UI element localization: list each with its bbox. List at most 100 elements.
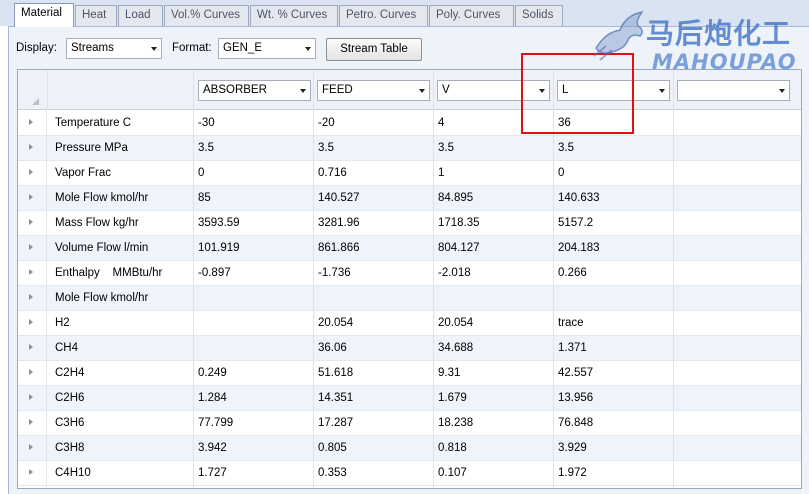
table-cell[interactable]	[434, 286, 552, 310]
table-row[interactable]: CH4 36.06 34.688 1.371	[18, 336, 801, 361]
column-select-empty[interactable]	[677, 80, 790, 101]
table-cell[interactable]: trace	[554, 311, 672, 335]
table-cell[interactable]: -30	[194, 111, 312, 135]
row-header[interactable]	[18, 436, 47, 460]
table-cell[interactable]: 34.688	[434, 336, 552, 360]
table-cell[interactable]: 77.799	[194, 411, 312, 435]
table-cell[interactable]: 1.679	[434, 386, 552, 410]
table-cell[interactable]: 0	[554, 161, 672, 185]
table-cell[interactable]: 804.127	[434, 236, 552, 260]
table-row[interactable]: Volume Flow l/min 101.919 861.866 804.127 20…	[18, 236, 801, 261]
row-header[interactable]	[18, 411, 47, 435]
table-cell[interactable]: 1	[434, 161, 552, 185]
row-header[interactable]	[18, 361, 47, 385]
table-cell[interactable]: 0.716	[314, 161, 432, 185]
tab-material[interactable]: Material	[14, 3, 74, 27]
table-cell[interactable]	[194, 336, 312, 360]
table-cell[interactable]: 0.107	[434, 461, 552, 485]
row-header[interactable]	[18, 161, 47, 185]
table-cell[interactable]	[554, 286, 672, 310]
table-cell[interactable]: 18.238	[434, 411, 552, 435]
table-cell[interactable]: -1.736	[314, 261, 432, 285]
stream-table-button[interactable]: Stream Table	[326, 38, 422, 61]
table-cell[interactable]	[314, 286, 432, 310]
table-cell[interactable]: 0.266	[554, 261, 672, 285]
table-cell[interactable]: 1.284	[194, 386, 312, 410]
table-cell[interactable]: 3.5	[314, 136, 432, 160]
table-row[interactable]: Vapor Frac 0 0.716 1 0	[18, 161, 801, 186]
row-header[interactable]	[18, 211, 47, 235]
table-cell[interactable]: 101.919	[194, 236, 312, 260]
column-select-absorber[interactable]: ABSORBER	[198, 80, 311, 101]
table-row[interactable]: C2H4 0.249 51.618 9.31 42.557	[18, 361, 801, 386]
row-header[interactable]	[18, 236, 47, 260]
table-cell[interactable]: 42.557	[554, 361, 672, 385]
table-cell[interactable]: 861.866	[314, 236, 432, 260]
table-cell[interactable]: 36	[554, 111, 672, 135]
table-cell[interactable]: 3.5	[554, 136, 672, 160]
table-cell[interactable]: 84.895	[434, 186, 552, 210]
tab-heat[interactable]: Heat	[75, 5, 117, 26]
tab-poly-curves[interactable]: Poly. Curves	[429, 5, 514, 26]
table-row[interactable]: Enthalpy MMBtu/hr -0.897 -1.736 -2.018 0.266	[18, 261, 801, 286]
table-cell[interactable]: 140.527	[314, 186, 432, 210]
table-cell[interactable]: 3593.59	[194, 211, 312, 235]
table-cell[interactable]: 17.287	[314, 411, 432, 435]
table-cell[interactable]: 1.972	[554, 461, 672, 485]
table-cell[interactable]: -20	[314, 111, 432, 135]
table-cell[interactable]: 3.929	[554, 436, 672, 460]
table-cell[interactable]: 14.351	[314, 386, 432, 410]
table-cell[interactable]: 3.5	[194, 136, 312, 160]
row-header[interactable]	[18, 186, 47, 210]
table-row[interactable]: H2 20.054 20.054 trace	[18, 311, 801, 336]
row-header[interactable]	[18, 111, 47, 135]
table-row[interactable]: C3H8 3.942 0.805 0.818 3.929	[18, 436, 801, 461]
table-cell[interactable]: 4	[434, 111, 552, 135]
table-cell[interactable]: 5157.2	[554, 211, 672, 235]
table-cell[interactable]: 140.633	[554, 186, 672, 210]
display-select[interactable]: Streams	[66, 38, 162, 59]
tab-wt-curves[interactable]: Wt. % Curves	[250, 5, 338, 26]
table-cell[interactable]: 1.371	[554, 336, 672, 360]
table-cell[interactable]: 0.818	[434, 436, 552, 460]
table-cell[interactable]: 9.31	[434, 361, 552, 385]
table-cell[interactable]: 0.805	[314, 436, 432, 460]
format-select[interactable]: GEN_E	[218, 38, 316, 59]
table-cell[interactable]: 0	[194, 161, 312, 185]
table-cell[interactable]: 51.618	[314, 361, 432, 385]
row-header[interactable]	[18, 461, 47, 485]
column-select-l[interactable]: L	[557, 80, 670, 101]
table-cell[interactable]: 0.249	[194, 361, 312, 385]
table-cell[interactable]: 3.5	[434, 136, 552, 160]
table-row[interactable]: C3H6 77.799 17.287 18.238 76.848	[18, 411, 801, 436]
table-row[interactable]: C2H6 1.284 14.351 1.679 13.956	[18, 386, 801, 411]
table-cell[interactable]: 3281.96	[314, 211, 432, 235]
table-cell[interactable]: -2.018	[434, 261, 552, 285]
table-row[interactable]: Temperature C -30 -20 4 36	[18, 111, 801, 136]
table-cell[interactable]: 13.956	[554, 386, 672, 410]
table-cell[interactable]: 1.727	[194, 461, 312, 485]
table-row[interactable]: Mass Flow kg/hr 3593.59 3281.96 1718.35 5157…	[18, 211, 801, 236]
column-select-v[interactable]: V	[437, 80, 550, 101]
table-cell[interactable]: 1718.35	[434, 211, 552, 235]
row-header[interactable]	[18, 311, 47, 335]
table-row[interactable]: Mole Flow kmol/hr 85 140.527 84.895 140.633	[18, 186, 801, 211]
table-row[interactable]: Pressure MPa 3.5 3.5 3.5 3.5	[18, 136, 801, 161]
table-cell[interactable]: 85	[194, 186, 312, 210]
table-cell[interactable]	[194, 311, 312, 335]
table-row[interactable]: C4H10 1.727 0.353 0.107 1.972	[18, 461, 801, 486]
select-all-corner-icon[interactable]	[32, 98, 39, 105]
table-cell[interactable]: 76.848	[554, 411, 672, 435]
table-cell[interactable]: 36.06	[314, 336, 432, 360]
table-cell[interactable]	[194, 286, 312, 310]
tab-load[interactable]: Load	[118, 5, 163, 26]
column-select-feed[interactable]: FEED	[317, 80, 430, 101]
tab-vol-curves[interactable]: Vol.% Curves	[164, 5, 249, 26]
row-header[interactable]	[18, 286, 47, 310]
table-cell[interactable]: 20.054	[314, 311, 432, 335]
table-cell[interactable]: -0.897	[194, 261, 312, 285]
table-cell[interactable]: 0.353	[314, 461, 432, 485]
table-cell[interactable]: 3.942	[194, 436, 312, 460]
tab-solids[interactable]: Solids	[515, 5, 563, 26]
row-header[interactable]	[18, 386, 47, 410]
